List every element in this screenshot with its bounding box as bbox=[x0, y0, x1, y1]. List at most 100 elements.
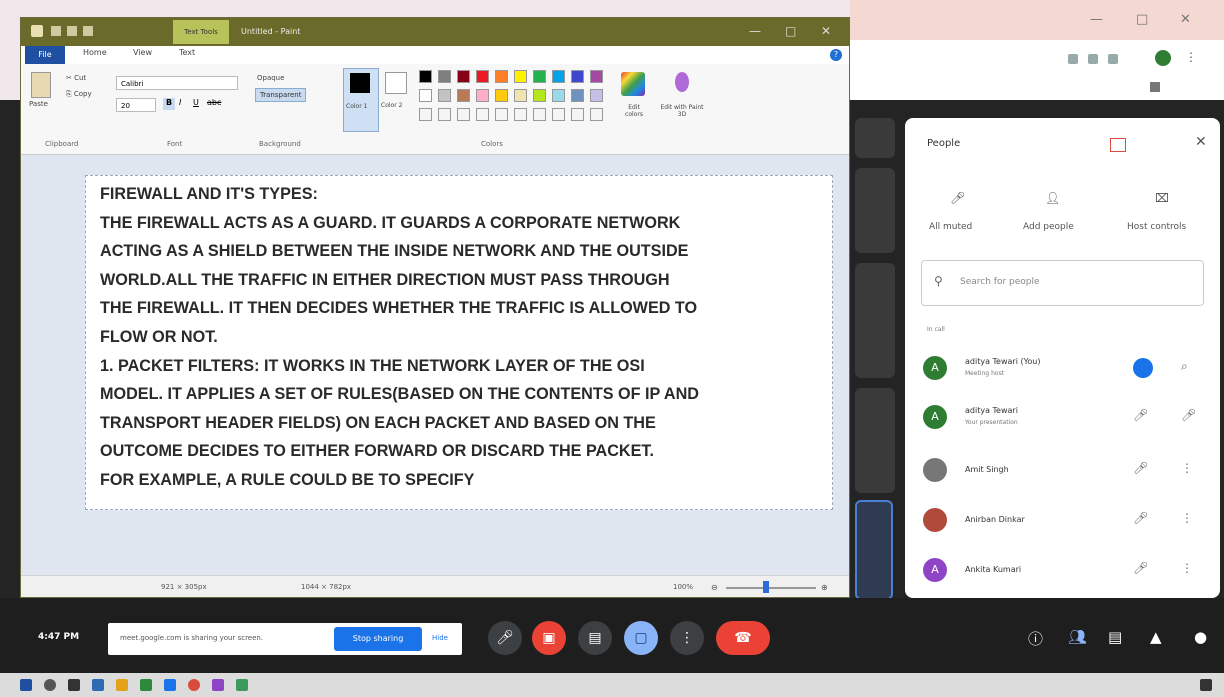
microphone-icon[interactable]: 🎤︎ bbox=[488, 621, 522, 655]
pin-icon[interactable]: ⌕ bbox=[1181, 359, 1188, 374]
notifications-icon[interactable] bbox=[1200, 679, 1212, 691]
host-controls-icon[interactable]: ⌧ bbox=[1155, 191, 1169, 205]
participant-row[interactable]: A aditya Tewari (You) Meeting host ⌕ bbox=[923, 354, 1213, 384]
palette-swatch[interactable] bbox=[457, 70, 470, 83]
lock-icon[interactable]: ● bbox=[1194, 628, 1207, 646]
edit-colors-icon[interactable] bbox=[621, 72, 645, 96]
bold-button[interactable]: B bbox=[163, 98, 175, 110]
file-explorer-icon[interactable] bbox=[116, 679, 128, 691]
palette-swatch[interactable] bbox=[495, 70, 508, 83]
participant-row[interactable]: Anirban Dinkar 🎤︎ ⋮ bbox=[923, 506, 1213, 536]
add-people-label[interactable]: Add people bbox=[1023, 222, 1074, 232]
people-icon[interactable]: 👥︎ bbox=[1068, 628, 1087, 646]
palette-swatch[interactable] bbox=[533, 108, 546, 121]
mic-off-icon[interactable]: 🎤︎ bbox=[1133, 461, 1148, 475]
palette-swatch[interactable] bbox=[457, 89, 470, 102]
people-search-input[interactable]: ⚲ Search for people bbox=[921, 260, 1204, 306]
palette-swatch[interactable] bbox=[419, 70, 432, 83]
palette-swatch[interactable] bbox=[438, 70, 451, 83]
color1-button[interactable]: Color 1 bbox=[343, 68, 379, 132]
palette-swatch[interactable] bbox=[590, 89, 603, 102]
edit-colors-label[interactable]: Edit colors bbox=[619, 104, 649, 118]
chrome-icon[interactable] bbox=[188, 679, 200, 691]
palette-swatch[interactable] bbox=[571, 89, 584, 102]
app-icon[interactable] bbox=[212, 679, 224, 691]
canvas-area[interactable]: FIREWALL AND IT'S TYPES: THE FIREWALL AC… bbox=[21, 155, 849, 575]
task-view-icon[interactable] bbox=[68, 679, 80, 691]
captions-icon[interactable]: ▤ bbox=[578, 621, 612, 655]
font-size-select[interactable]: 20 bbox=[116, 98, 156, 112]
present-screen-icon[interactable]: ▢ bbox=[624, 621, 658, 655]
stop-sharing-button[interactable]: Stop sharing bbox=[334, 627, 422, 651]
reading-list-icon[interactable] bbox=[1150, 82, 1160, 92]
app-icon[interactable] bbox=[164, 679, 176, 691]
camera-off-icon[interactable]: ▣ bbox=[532, 621, 566, 655]
palette-swatch[interactable] bbox=[438, 108, 451, 121]
add-person-icon[interactable]: 👤︎ bbox=[1045, 191, 1060, 205]
copy-button[interactable]: ⎘ Copy bbox=[66, 90, 92, 99]
palette-swatch[interactable] bbox=[419, 108, 432, 121]
participant-tile[interactable] bbox=[855, 388, 895, 493]
transparent-option[interactable]: Transparent bbox=[255, 88, 307, 102]
zoom-out-icon[interactable]: ⊖ bbox=[711, 583, 718, 592]
extension-icon[interactable] bbox=[1088, 54, 1098, 64]
more-options-icon[interactable]: ⋮ bbox=[1181, 511, 1193, 525]
palette-swatch[interactable] bbox=[514, 70, 527, 83]
all-muted-label[interactable]: All muted bbox=[929, 222, 972, 232]
participant-row[interactable]: Amit Singh 🎤︎ ⋮ bbox=[923, 456, 1213, 486]
mic-off-icon[interactable]: 🎤︎ bbox=[1133, 511, 1148, 525]
zoom-in-icon[interactable]: ⊕ bbox=[821, 583, 828, 592]
tab-text[interactable]: Text bbox=[179, 48, 195, 57]
close-icon[interactable]: ✕ bbox=[1180, 12, 1191, 27]
minimize-icon[interactable]: — bbox=[749, 24, 761, 38]
menu-icon[interactable]: ⋮ bbox=[1185, 50, 1197, 64]
paste-icon[interactable] bbox=[31, 72, 51, 98]
palette-swatch[interactable] bbox=[514, 108, 527, 121]
app-icon[interactable] bbox=[236, 679, 248, 691]
text-box[interactable]: FIREWALL AND IT'S TYPES: THE FIREWALL AC… bbox=[85, 175, 833, 510]
search-icon[interactable] bbox=[44, 679, 56, 691]
color2-button[interactable]: Color 2 bbox=[381, 68, 411, 130]
participant-row[interactable]: A aditya Tewari Your presentation 🎤︎ 🎤︎ bbox=[923, 403, 1213, 433]
palette-swatch[interactable] bbox=[571, 70, 584, 83]
more-options-icon[interactable]: ⋮ bbox=[670, 621, 704, 655]
palette-swatch[interactable] bbox=[476, 70, 489, 83]
tab-file[interactable]: File bbox=[25, 46, 65, 64]
palette-swatch[interactable] bbox=[495, 108, 508, 121]
paint3d-icon[interactable] bbox=[675, 72, 689, 92]
palette-swatch[interactable] bbox=[552, 108, 565, 121]
zoom-slider-thumb[interactable] bbox=[763, 581, 769, 593]
profile-avatar[interactable] bbox=[1155, 50, 1171, 66]
start-icon[interactable] bbox=[20, 679, 32, 691]
maximize-icon[interactable]: □ bbox=[785, 24, 796, 38]
hang-up-button[interactable]: ☎ bbox=[716, 621, 770, 655]
palette-swatch[interactable] bbox=[438, 89, 451, 102]
extension-icon[interactable] bbox=[1068, 54, 1078, 64]
tab-home[interactable]: Home bbox=[83, 48, 107, 57]
palette-swatch[interactable] bbox=[590, 108, 603, 121]
more-options-icon[interactable]: ⋮ bbox=[1181, 461, 1193, 475]
zoom-slider[interactable] bbox=[726, 587, 816, 589]
palette-swatch[interactable] bbox=[533, 89, 546, 102]
mic-off-icon[interactable]: 🎤︎ bbox=[1133, 408, 1148, 422]
chat-icon[interactable]: ▤ bbox=[1108, 628, 1122, 646]
activities-icon[interactable]: ▲ bbox=[1150, 628, 1162, 646]
presentation-tile[interactable] bbox=[855, 500, 893, 600]
host-controls-label[interactable]: Host controls bbox=[1127, 222, 1186, 232]
mic-off-icon[interactable]: 🎤︎ bbox=[1181, 408, 1196, 422]
palette-swatch[interactable] bbox=[552, 89, 565, 102]
participant-row[interactable]: A Ankita Kumari 🎤︎ ⋮ bbox=[923, 556, 1213, 586]
mic-off-icon[interactable]: 🎤︎ bbox=[1133, 561, 1148, 575]
close-icon[interactable]: ✕ bbox=[821, 24, 831, 38]
save-icon[interactable] bbox=[51, 26, 61, 36]
paste-label[interactable]: Paste bbox=[29, 100, 48, 108]
palette-swatch[interactable] bbox=[476, 108, 489, 121]
hide-button[interactable]: Hide bbox=[432, 634, 448, 642]
font-name-select[interactable]: Calibri bbox=[116, 76, 238, 90]
palette-swatch[interactable] bbox=[590, 70, 603, 83]
palette-swatch[interactable] bbox=[571, 108, 584, 121]
palette-swatch[interactable] bbox=[476, 89, 489, 102]
strikethrough-button[interactable]: abc bbox=[207, 98, 221, 107]
edge-icon[interactable] bbox=[92, 679, 104, 691]
palette-swatch[interactable] bbox=[533, 70, 546, 83]
